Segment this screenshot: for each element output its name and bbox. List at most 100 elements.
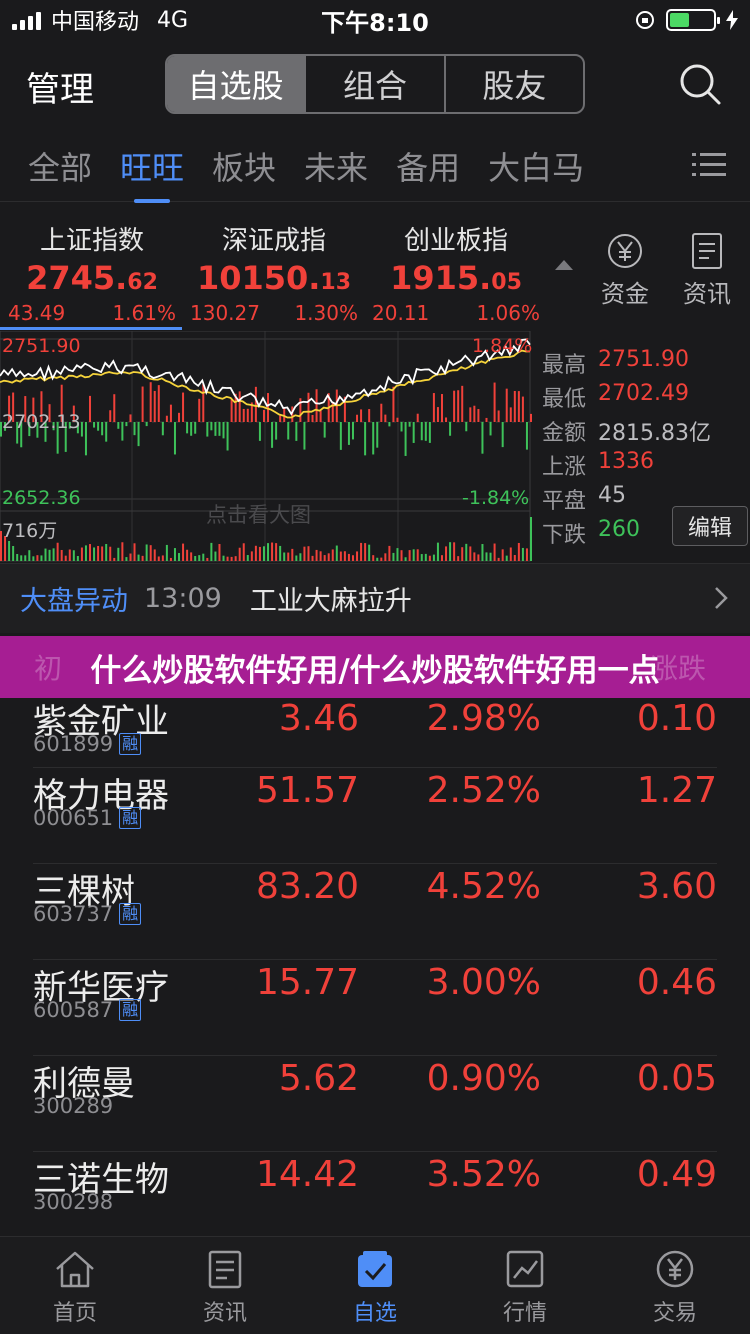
- tab-trade[interactable]: 交易: [600, 1237, 750, 1334]
- overlay-banner: 初 涨跌 什么炒股软件好用/什么炒股软件好用一点: [0, 636, 750, 698]
- volume-bar: [481, 544, 484, 561]
- trade-icon: [656, 1250, 694, 1288]
- rise-bar: [262, 409, 265, 422]
- volume-bar: [493, 543, 496, 561]
- fall-bar: [125, 422, 128, 427]
- stock-row[interactable]: 格力电器 000651 融 51.57 2.52% 1.27: [33, 768, 717, 864]
- fall-bar: [173, 422, 176, 455]
- tab-wangwang[interactable]: 旺旺: [120, 143, 184, 203]
- volume-bar: [165, 544, 168, 561]
- tab-news[interactable]: 资讯: [150, 1237, 300, 1334]
- volume-bar: [186, 549, 189, 561]
- stock-pct: 2.98%: [426, 698, 541, 739]
- rise-bar: [129, 414, 132, 422]
- volume-bar: [420, 554, 423, 561]
- chart-low-label: 2652.36: [2, 487, 81, 509]
- stock-row[interactable]: 三诺生物 300298 14.42 3.52% 0.49: [33, 1152, 717, 1248]
- volume-bar: [497, 557, 500, 561]
- segment-portfolio[interactable]: 组合: [304, 56, 443, 112]
- segment-friends[interactable]: 股友: [443, 56, 583, 112]
- margin-badge: 融: [119, 903, 142, 925]
- fall-bar: [105, 422, 108, 442]
- rise-bar: [254, 386, 257, 422]
- volume-bar: [133, 543, 136, 561]
- market-anomaly-bar[interactable]: 大盘异动 13:09 工业大麻拉升: [0, 563, 750, 633]
- column-header-ghost: 初: [34, 652, 63, 685]
- volume-bar: [89, 544, 92, 561]
- volume-bar: [465, 543, 468, 561]
- volume-bar: [392, 552, 395, 561]
- list-menu-icon[interactable]: [692, 152, 726, 178]
- fall-bar: [295, 422, 298, 441]
- rise-bar: [497, 410, 500, 422]
- anomaly-time: 13:09: [144, 583, 222, 614]
- segment-watchlist[interactable]: 自选股: [167, 56, 305, 112]
- volume-bar: [457, 556, 460, 561]
- fall-bar: [364, 422, 367, 456]
- stock-row[interactable]: 紫金矿业 601899 融 3.46 2.98% 0.10: [33, 698, 717, 768]
- index-pct: 1.61%: [112, 301, 176, 325]
- tab-home[interactable]: 首页: [0, 1237, 150, 1334]
- index-chinext[interactable]: 创业板指 1915.05 20.11 1.06%: [366, 220, 546, 325]
- tab-backup[interactable]: 备用: [396, 143, 460, 189]
- volume-bar: [271, 542, 274, 561]
- fall-bar: [388, 422, 391, 427]
- fall-bar: [275, 422, 278, 440]
- rise-bar: [445, 417, 448, 422]
- rise-bar: [202, 384, 205, 422]
- search-icon[interactable]: [678, 62, 722, 106]
- collapse-arrow-icon[interactable]: [555, 260, 573, 270]
- stock-code-wrap: 000651 融: [33, 806, 142, 830]
- volume-bar: [323, 555, 326, 561]
- fall-bar: [80, 422, 83, 437]
- index-shenzhen[interactable]: 深证成指 10150.13 130.27 1.30%: [184, 220, 364, 325]
- tab-all[interactable]: 全部: [28, 143, 92, 189]
- fall-bar: [303, 422, 306, 450]
- intraday-chart[interactable]: 2751.90 2702.13 2652.36 1.84% -1.84% 716…: [0, 331, 750, 563]
- rise-bar: [396, 417, 399, 422]
- volume-bar: [339, 551, 342, 561]
- volume-bar: [254, 545, 257, 561]
- index-shanghai[interactable]: 上证指数 2745.62 43.49 1.61%: [2, 220, 182, 325]
- volume-bar: [20, 555, 23, 561]
- fall-bar: [101, 422, 104, 436]
- volume-bar: [48, 549, 51, 561]
- stock-row[interactable]: 利德曼 300289 5.62 0.90% 0.05: [33, 1056, 717, 1152]
- volume-bar: [380, 557, 383, 561]
- volume-bar: [311, 555, 314, 561]
- fall-bar: [214, 422, 217, 436]
- bottom-tab-bar: 首页 资讯 自选 行情 交易: [0, 1236, 750, 1334]
- tab-watchlist[interactable]: 自选: [300, 1237, 450, 1334]
- volume-bar: [72, 550, 75, 561]
- fall-bar: [339, 422, 342, 450]
- manage-button[interactable]: 管理: [26, 62, 94, 111]
- volume-bar: [141, 555, 144, 561]
- edit-button[interactable]: 编辑: [672, 506, 748, 546]
- rise-bar: [141, 386, 144, 422]
- volume-bar: [178, 553, 181, 561]
- stock-row[interactable]: 三棵树 603737 融 83.20 4.52% 3.60: [33, 864, 717, 960]
- chevron-right-icon: [715, 587, 728, 609]
- fall-bar: [376, 422, 379, 448]
- funds-button[interactable]: 资金: [590, 232, 660, 309]
- rise-bar: [517, 391, 520, 422]
- stock-code: 300298: [33, 1190, 114, 1214]
- tab-market[interactable]: 行情: [450, 1237, 600, 1334]
- rise-bar: [436, 407, 439, 422]
- volume-bar: [182, 543, 185, 561]
- stock-code-wrap: 603737 融: [33, 902, 142, 926]
- volume-bar: [461, 547, 464, 561]
- volume-bar: [137, 554, 140, 561]
- rise-bar: [416, 413, 419, 422]
- news-button[interactable]: 资讯: [672, 232, 742, 309]
- tab-sector[interactable]: 板块: [212, 143, 276, 189]
- tab-blue-chip[interactable]: 大白马: [488, 143, 584, 189]
- volume-bar: [432, 554, 435, 561]
- volume-bar: [525, 548, 528, 561]
- volume-bar: [40, 555, 43, 561]
- rise-bar: [384, 414, 387, 422]
- volume-bar: [372, 555, 375, 561]
- tab-future[interactable]: 未来: [304, 143, 368, 189]
- volume-bar: [210, 542, 213, 561]
- stock-row[interactable]: 新华医疗 600587 融 15.77 3.00% 0.46: [33, 960, 717, 1056]
